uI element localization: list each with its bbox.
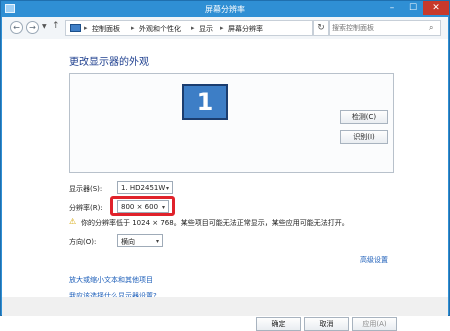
window-bottom-strip (2, 297, 448, 316)
content-pane: 更改显示器的外观 1 检测(C) 识别(I) 显示器(S): 1. HD2451… (2, 39, 448, 331)
breadcrumb-separator-icon: ▸ (191, 24, 195, 32)
resolution-warning: 你的分辨率低于 1024 × 768。某些项目可能无法正常显示，某些应用可能无法… (81, 219, 349, 227)
monitor-number: 1 (196, 88, 214, 116)
display-preview: 1 检测(C) 识别(I) (69, 73, 394, 173)
title-bar: 屏幕分辨率 – ☐ ✕ (1, 1, 449, 17)
address-bar: ← → ▼ ↑ ▸ 控制面板 ▸ 外观和个性化 ▸ 显示 ▸ 屏幕分辨率 ▼ ↻… (2, 17, 448, 39)
resolution-select[interactable]: 800 × 600 ▾ (117, 200, 169, 213)
page-title: 更改显示器的外观 (69, 57, 149, 68)
resolution-value: 800 × 600 (121, 203, 159, 211)
chevron-down-icon: ▾ (165, 185, 169, 192)
search-input[interactable] (332, 22, 427, 34)
orientation-select[interactable]: 横向 ▾ (117, 234, 163, 247)
breadcrumb[interactable]: ▸ 控制面板 ▸ 外观和个性化 ▸ 显示 ▸ 屏幕分辨率 ▼ (65, 20, 365, 36)
back-arrow-icon[interactable]: ← (10, 21, 23, 34)
minimize-button[interactable]: – (381, 1, 403, 15)
search-box[interactable]: ⌕ (329, 20, 441, 36)
close-button[interactable]: ✕ (423, 1, 449, 15)
display-value: 1. HD2451W (121, 184, 166, 192)
breadcrumb-item-appearance[interactable]: 外观和个性化 (139, 24, 181, 34)
enlarge-text-link[interactable]: 放大或缩小文本和其他项目 (69, 275, 153, 285)
refresh-icon[interactable]: ↻ (313, 20, 329, 36)
breadcrumb-item-control-panel[interactable]: 控制面板 (92, 24, 120, 34)
forward-arrow-icon[interactable]: → (26, 21, 39, 34)
resolution-label: 分辨率(R): (69, 204, 103, 212)
chevron-down-icon: ▾ (155, 238, 159, 245)
breadcrumb-separator-icon: ▸ (131, 24, 135, 32)
cancel-button[interactable]: 取消 (304, 317, 349, 331)
warning-icon: ⚠ (69, 217, 77, 226)
control-panel-icon (70, 24, 81, 32)
window: 屏幕分辨率 – ☐ ✕ ← → ▼ ↑ ▸ 控制面板 ▸ 外观和个性化 ▸ 显示… (0, 0, 450, 331)
up-arrow-icon[interactable]: ↑ (52, 21, 60, 31)
maximize-button[interactable]: ☐ (402, 1, 424, 15)
advanced-settings-link[interactable]: 高级设置 (360, 255, 388, 265)
breadcrumb-item-screen-resolution[interactable]: 屏幕分辨率 (228, 24, 263, 34)
monitor-icon[interactable]: 1 (182, 84, 228, 120)
chevron-down-icon: ▾ (161, 204, 165, 211)
breadcrumb-separator-icon: ▸ (220, 24, 224, 32)
orientation-value: 横向 (121, 238, 135, 246)
identify-button[interactable]: 识别(I) (340, 130, 388, 144)
recent-pages-chevron-icon[interactable]: ▼ (42, 23, 47, 30)
search-icon[interactable]: ⌕ (429, 23, 433, 33)
detect-button[interactable]: 检测(C) (340, 110, 388, 124)
apply-button[interactable]: 应用(A) (352, 317, 397, 331)
display-select[interactable]: 1. HD2451W ▾ (117, 181, 173, 194)
ok-button[interactable]: 确定 (256, 317, 301, 331)
display-label: 显示器(S): (69, 185, 103, 193)
orientation-label: 方向(O): (69, 238, 97, 246)
breadcrumb-separator-icon: ▸ (84, 24, 88, 32)
breadcrumb-item-display[interactable]: 显示 (199, 24, 213, 34)
